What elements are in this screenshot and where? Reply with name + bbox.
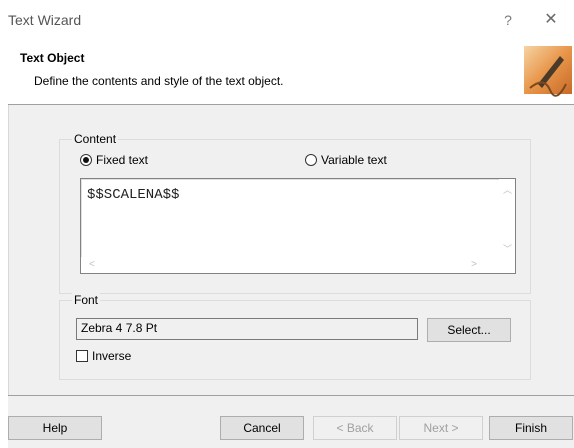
content-text-area[interactable]: $$SCALENA$$ ︿ ﹀ < > bbox=[80, 178, 516, 274]
wizard-body: Content Fixed text Variable text $$SCALE… bbox=[8, 105, 574, 395]
wizard-pen-icon bbox=[524, 46, 572, 97]
scroll-down-icon[interactable]: ﹀ bbox=[503, 242, 512, 255]
variable-text-label: Variable text bbox=[321, 153, 387, 167]
inverse-checkbox-box[interactable] bbox=[76, 350, 88, 362]
variable-text-radio-dot[interactable] bbox=[305, 154, 317, 166]
font-group-label: Font bbox=[72, 293, 101, 307]
window-title: Text Wizard bbox=[8, 12, 82, 28]
title-bar: Text Wizard ? ✕ bbox=[0, 0, 574, 40]
scroll-right-icon[interactable]: > bbox=[471, 259, 477, 270]
close-icon[interactable]: ✕ bbox=[540, 9, 562, 31]
scroll-up-icon[interactable]: ︿ bbox=[503, 183, 512, 196]
horizontal-scrollbar[interactable]: < > bbox=[81, 257, 515, 273]
back-button: < Back bbox=[313, 416, 397, 440]
wizard-footer: Help Cancel < Back Next > Finish bbox=[8, 396, 574, 448]
inverse-checkbox[interactable]: Inverse bbox=[76, 349, 131, 363]
inverse-label: Inverse bbox=[92, 349, 132, 363]
help-icon[interactable]: ? bbox=[498, 10, 518, 30]
fixed-text-radio[interactable]: Fixed text bbox=[80, 153, 148, 167]
content-group-label: Content bbox=[72, 132, 119, 146]
scroll-left-icon[interactable]: < bbox=[89, 259, 95, 270]
font-group: Font Zebra 4 7.8 Pt Select... Inverse bbox=[59, 293, 531, 380]
content-group: Content Fixed text Variable text $$SCALE… bbox=[59, 132, 531, 294]
fixed-text-radio-dot[interactable] bbox=[80, 154, 92, 166]
select-font-button[interactable]: Select... bbox=[427, 318, 511, 342]
header-description: Define the contents and style of the tex… bbox=[34, 74, 284, 88]
help-button[interactable]: Help bbox=[8, 416, 102, 440]
finish-button[interactable]: Finish bbox=[489, 416, 573, 440]
font-name-field: Zebra 4 7.8 Pt bbox=[76, 318, 418, 340]
wizard-header: Text Object Define the contents and styl… bbox=[8, 40, 574, 104]
variable-text-radio[interactable]: Variable text bbox=[305, 153, 387, 167]
content-text-value[interactable]: $$SCALENA$$ bbox=[87, 187, 179, 203]
cancel-button[interactable]: Cancel bbox=[220, 416, 304, 440]
fixed-text-label: Fixed text bbox=[96, 153, 149, 167]
next-button: Next > bbox=[399, 416, 483, 440]
header-title: Text Object bbox=[20, 51, 85, 65]
